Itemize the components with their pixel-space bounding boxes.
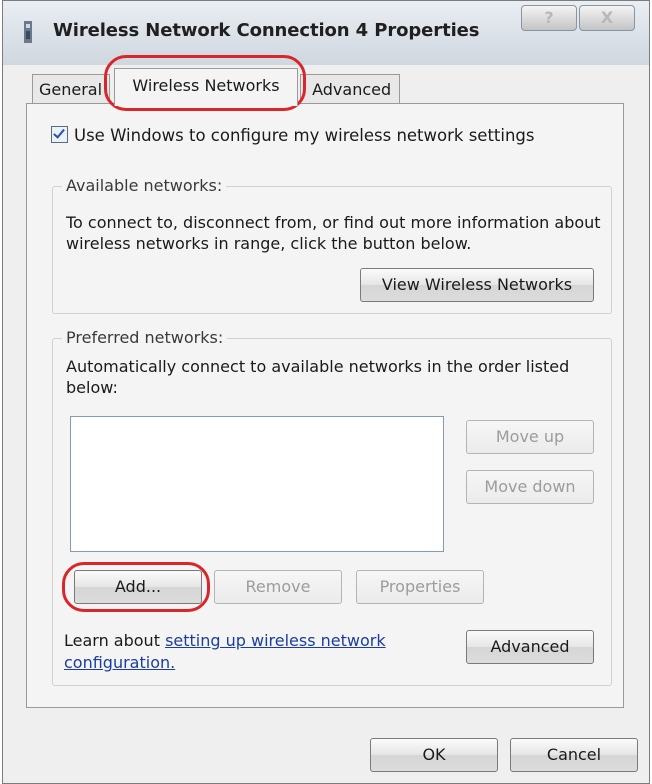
preferred-networks-description: Automatically connect to available netwo… (66, 357, 570, 397)
tab-strip: General Wireless Networks Advanced (28, 68, 628, 106)
highlight-ring-add (62, 562, 210, 612)
use-windows-config-row[interactable]: Use Windows to configure my wireless net… (51, 126, 535, 145)
close-button[interactable]: X (579, 5, 635, 31)
preferred-networks-legend: Preferred networks: (62, 328, 228, 347)
remove-button[interactable]: Remove (214, 570, 342, 604)
tab-general[interactable]: General (32, 74, 110, 104)
advanced-button[interactable]: Advanced (466, 630, 594, 664)
move-down-button[interactable]: Move down (466, 470, 594, 504)
learn-about-text: Learn about setting up wireless network … (64, 630, 454, 674)
use-windows-checkbox[interactable] (51, 126, 68, 143)
available-networks-legend: Available networks: (62, 176, 227, 195)
title-bar[interactable]: Wireless Network Connection 4 Properties… (3, 1, 649, 65)
network-adapter-icon (24, 21, 32, 43)
move-up-button[interactable]: Move up (466, 420, 594, 454)
tab-wireless-networks[interactable]: Wireless Networks (114, 68, 298, 106)
available-networks-description: To connect to, disconnect from, or find … (66, 213, 601, 253)
properties-button[interactable]: Properties (356, 570, 484, 604)
learn-about-prefix: Learn about (64, 631, 166, 650)
use-windows-label: Use Windows to configure my wireless net… (74, 126, 535, 145)
help-button[interactable]: ? (521, 5, 577, 31)
tab-advanced-label: Advanced (312, 80, 392, 99)
tab-advanced[interactable]: Advanced (300, 74, 400, 104)
window-title: Wireless Network Connection 4 Properties (53, 20, 480, 41)
preferred-networks-list[interactable] (70, 416, 444, 552)
cancel-button[interactable]: Cancel (510, 738, 638, 772)
view-wireless-networks-button[interactable]: View Wireless Networks (360, 268, 594, 302)
ok-button[interactable]: OK (370, 738, 498, 772)
